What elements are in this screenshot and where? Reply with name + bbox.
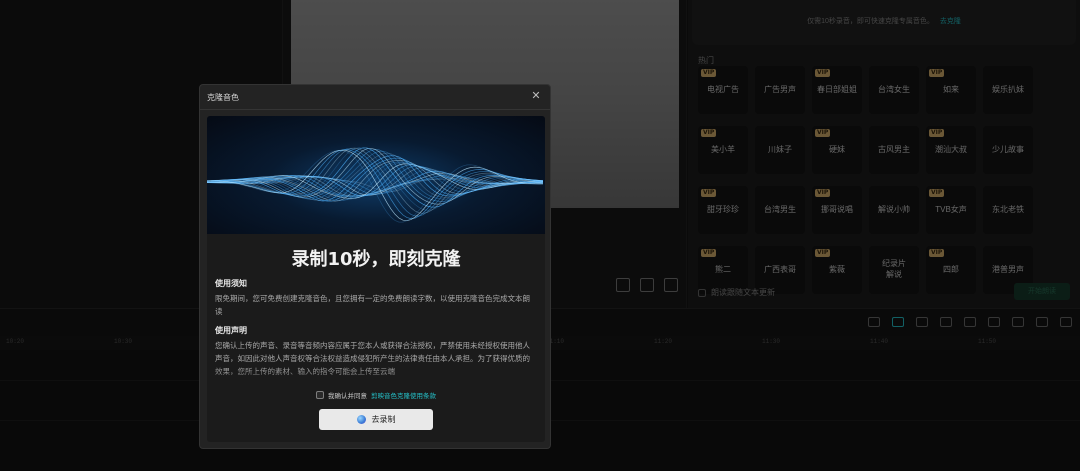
clone-voice-dialog: 克隆音色 ✕ 录制10秒，即刻克隆 使用须知 限免期间，您可免费创建克隆音色，且… — [199, 84, 551, 449]
header-divider — [200, 109, 550, 110]
agree-checkbox[interactable] — [316, 391, 324, 399]
dialog-headline: 录制10秒，即刻克隆 — [291, 249, 461, 270]
record-button[interactable]: 去录制 — [319, 409, 433, 430]
sound-wave-illustration — [207, 147, 544, 223]
text-fade — [207, 366, 545, 410]
usage-title: 使用须知 — [215, 279, 247, 288]
wave-line — [207, 147, 544, 205]
agree-text: 我确认并同意 — [328, 392, 367, 400]
dialog-title: 克隆音色 — [207, 93, 239, 102]
sound-wave-banner — [207, 116, 545, 234]
close-icon[interactable]: ✕ — [530, 90, 542, 102]
statement-title: 使用声明 — [215, 326, 247, 335]
ai-orb-icon — [356, 415, 366, 424]
record-button-label: 去录制 — [371, 415, 396, 424]
usage-text: 限免期间，您可免费创建克隆音色，且您拥有一定的免费朗读字数，以使用克隆音色完成文… — [215, 294, 530, 316]
agree-row[interactable]: 我确认并同意 剪映音色克隆使用条款 — [207, 390, 545, 400]
dialog-body: 录制10秒，即刻克隆 使用须知 限免期间，您可免费创建克隆音色，且您拥有一定的免… — [207, 116, 545, 442]
terms-link[interactable]: 剪映音色克隆使用条款 — [371, 390, 436, 400]
dialog-header: 克隆音色 ✕ — [200, 85, 550, 109]
video-editor-app: 仅需10秒录音，即可快速克隆专属音色。去克隆 热门 VIP电视广告广告男声VIP… — [0, 0, 1080, 471]
